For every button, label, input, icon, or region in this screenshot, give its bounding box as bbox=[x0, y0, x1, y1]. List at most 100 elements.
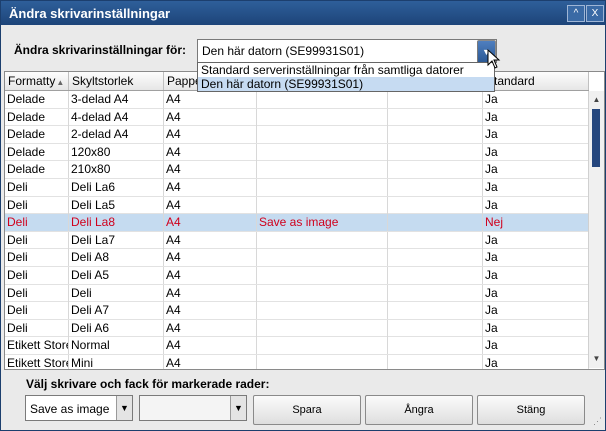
cell-printer: Save as image bbox=[257, 214, 388, 232]
cell-printer bbox=[257, 284, 388, 302]
cell-default: Ja bbox=[483, 337, 589, 355]
choose-printer-label: Välj skrivare och fack för markerade rad… bbox=[26, 377, 270, 391]
table-row[interactable]: Deli Deli A8 A4 Ja bbox=[5, 249, 589, 267]
cell-sign-size: Deli La8 bbox=[69, 214, 164, 232]
cell-paper: A4 bbox=[164, 126, 257, 144]
scroll-thumb[interactable] bbox=[592, 109, 600, 167]
cell-paper: A4 bbox=[164, 108, 257, 126]
title-bar[interactable]: Ändra skrivarinställningar ^ X bbox=[1, 1, 605, 25]
sort-ascending-icon: ▲ bbox=[56, 78, 65, 87]
column-header-default[interactable]: Standard bbox=[483, 72, 589, 90]
cell-printer bbox=[257, 319, 388, 337]
close-window-button[interactable]: X bbox=[586, 5, 604, 22]
cell-paper: A4 bbox=[164, 302, 257, 320]
resize-grip-icon[interactable]: ⋰ bbox=[593, 416, 602, 427]
cell-tray bbox=[388, 337, 483, 355]
cell-default: Ja bbox=[483, 249, 589, 267]
settings-scope-combo[interactable]: Den här datorn (SE99931S01) ▼ bbox=[197, 39, 497, 64]
cell-default: Ja bbox=[483, 284, 589, 302]
settings-for-label: Ändra skrivarinställningar för: bbox=[14, 43, 187, 57]
scope-option-this-computer[interactable]: Den här datorn (SE99931S01) bbox=[198, 77, 494, 91]
cell-format-type: Delade bbox=[5, 108, 69, 126]
cell-tray bbox=[388, 126, 483, 144]
printer-select[interactable]: Save as image ▼ bbox=[25, 395, 133, 421]
cell-tray bbox=[388, 178, 483, 196]
cell-paper: A4 bbox=[164, 266, 257, 284]
chevron-down-icon[interactable]: ▼ bbox=[230, 396, 246, 420]
cell-sign-size: Normal bbox=[69, 337, 164, 355]
cell-format-type: Delade bbox=[5, 143, 69, 161]
cell-sign-size: Deli La5 bbox=[69, 196, 164, 214]
cell-format-type: Delade bbox=[5, 126, 69, 144]
save-button[interactable]: Spara bbox=[253, 395, 361, 425]
cell-paper: A4 bbox=[164, 178, 257, 196]
cell-default: Ja bbox=[483, 143, 589, 161]
scope-option-server-defaults[interactable]: Standard serverinställningar från samtli… bbox=[198, 63, 494, 77]
cell-paper: A4 bbox=[164, 214, 257, 232]
cell-tray bbox=[388, 284, 483, 302]
cell-sign-size: Deli A8 bbox=[69, 249, 164, 267]
table-row[interactable]: Deli Deli La6 A4 Ja bbox=[5, 178, 589, 197]
cell-sign-size: Deli bbox=[69, 284, 164, 302]
table-row[interactable]: Delade 3-delad A4 A4 Ja bbox=[5, 91, 589, 109]
table-row[interactable]: Deli Deli A4 Ja bbox=[5, 284, 589, 303]
close-button[interactable]: Stäng bbox=[477, 395, 585, 425]
cell-format-type: Deli bbox=[5, 231, 69, 249]
cell-default: Nej bbox=[483, 214, 589, 232]
table-row[interactable]: Etikett Store Normal A4 Ja bbox=[5, 337, 589, 355]
cell-sign-size: Mini bbox=[69, 354, 164, 369]
column-header-format-type[interactable]: Formatty▲ bbox=[5, 72, 69, 90]
printer-select-value: Save as image bbox=[30, 402, 110, 416]
chevron-down-icon[interactable]: ▼ bbox=[116, 396, 132, 420]
table-row[interactable]: Delade 120x80 A4 Ja bbox=[5, 143, 589, 162]
cell-sign-size: 2-delad A4 bbox=[69, 126, 164, 144]
cell-tray bbox=[388, 108, 483, 126]
cell-printer bbox=[257, 266, 388, 284]
table-row[interactable]: Etikett Store Mini A4 Ja bbox=[5, 354, 589, 370]
cell-printer bbox=[257, 302, 388, 320]
printer-settings-table: Formatty▲ Skyltstorlek Papper Standard D… bbox=[4, 71, 605, 370]
table-row[interactable]: Deli Deli La8 A4 Save as image Nej bbox=[5, 214, 589, 232]
cell-format-type: Etikett Store bbox=[7, 354, 69, 370]
table-row[interactable]: Deli Deli A7 A4 Ja bbox=[5, 302, 589, 320]
cell-default: Ja bbox=[483, 302, 589, 320]
mouse-cursor-icon bbox=[487, 49, 501, 69]
cell-paper: A4 bbox=[164, 354, 257, 369]
cell-default: Ja bbox=[483, 126, 589, 144]
cell-tray bbox=[388, 354, 483, 369]
table-row[interactable]: Delade 210x80 A4 Ja bbox=[5, 161, 589, 179]
cell-printer bbox=[257, 249, 388, 267]
cell-printer bbox=[257, 354, 388, 369]
cell-tray bbox=[388, 266, 483, 284]
tray-select[interactable]: ▼ bbox=[139, 395, 247, 421]
cell-paper: A4 bbox=[164, 161, 257, 179]
settings-scope-dropdown: Standard serverinställningar från samtli… bbox=[197, 62, 495, 92]
cell-default: Ja bbox=[483, 319, 589, 337]
cell-sign-size: Deli La7 bbox=[69, 231, 164, 249]
cell-format-type: Deli bbox=[5, 284, 69, 302]
table-row[interactable]: Deli Deli A5 A4 Ja bbox=[5, 266, 589, 285]
undo-button[interactable]: Ångra bbox=[365, 395, 473, 425]
cell-printer bbox=[257, 108, 388, 126]
scroll-down-icon[interactable]: ▼ bbox=[589, 352, 604, 366]
cell-paper: A4 bbox=[164, 319, 257, 337]
cell-format-type: Etikett Store bbox=[7, 337, 69, 355]
column-header-sign-size[interactable]: Skyltstorlek bbox=[69, 72, 164, 90]
table-row[interactable]: Deli Deli A6 A4 Ja bbox=[5, 319, 589, 338]
table-row[interactable]: Delade 2-delad A4 A4 Ja bbox=[5, 126, 589, 144]
table-row[interactable]: Delade 4-delad A4 A4 Ja bbox=[5, 108, 589, 127]
cell-format-type: Delade bbox=[5, 91, 69, 108]
cell-default: Ja bbox=[483, 266, 589, 284]
vertical-scrollbar[interactable]: ▲ ▼ bbox=[588, 91, 604, 368]
cell-tray bbox=[388, 91, 483, 108]
table-row[interactable]: Deli Deli La7 A4 Ja bbox=[5, 231, 589, 250]
cell-tray bbox=[388, 214, 483, 232]
cell-printer bbox=[257, 337, 388, 355]
cell-format-type: Deli bbox=[5, 302, 69, 320]
cell-sign-size: Deli La6 bbox=[69, 178, 164, 196]
minimize-button[interactable]: ^ bbox=[567, 5, 585, 22]
cell-default: Ja bbox=[483, 178, 589, 196]
scroll-up-icon[interactable]: ▲ bbox=[589, 93, 604, 107]
settings-scope-value: Den här datorn (SE99931S01) bbox=[202, 44, 365, 58]
table-row[interactable]: Deli Deli La5 A4 Ja bbox=[5, 196, 589, 215]
